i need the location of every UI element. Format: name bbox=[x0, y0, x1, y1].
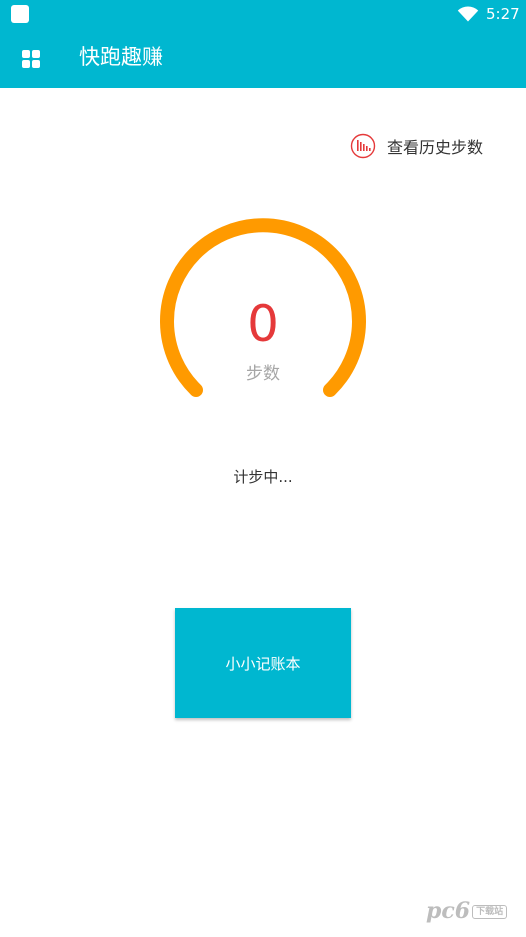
wifi-icon bbox=[457, 6, 479, 22]
status-time: 5:27 bbox=[486, 5, 520, 23]
bar-chart-circle-icon bbox=[350, 133, 376, 159]
view-history-steps-link[interactable]: 查看历史步数 bbox=[350, 131, 483, 161]
watermark-text: pc6 bbox=[426, 898, 471, 924]
grid-menu-glyph bbox=[22, 50, 40, 68]
pc6-watermark: pc6 下载站 bbox=[426, 896, 508, 926]
app-title: 快跑趣赚 bbox=[79, 45, 163, 69]
status-bar: 5:27 bbox=[0, 0, 526, 30]
counting-status-text: 计步中... bbox=[233, 468, 293, 486]
watermark-badge: 下载站 bbox=[472, 905, 508, 919]
grid-menu-icon[interactable] bbox=[19, 47, 43, 71]
step-count-unit: 步数 bbox=[246, 364, 280, 384]
bookkeeping-button[interactable]: 小小记账本 bbox=[175, 608, 351, 718]
notification-app-icon bbox=[11, 5, 29, 23]
view-history-steps-label: 查看历史步数 bbox=[387, 138, 484, 157]
step-count-value: 0 bbox=[247, 295, 279, 353]
